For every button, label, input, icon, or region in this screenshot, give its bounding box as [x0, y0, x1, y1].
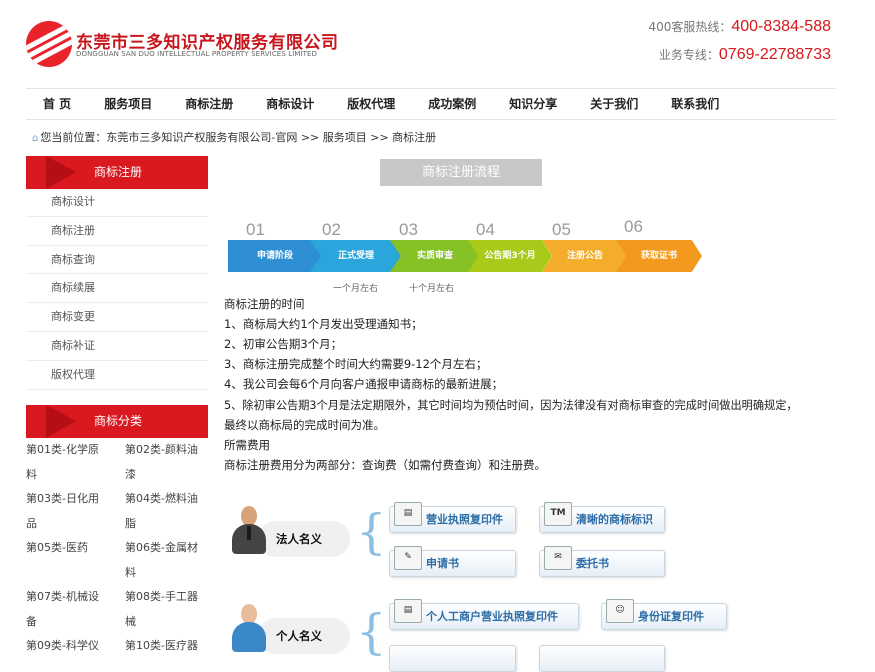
category-link[interactable]: 第02类-颜料油: [125, 438, 208, 463]
hotline: 400客服热线：400-8384-588: [648, 18, 831, 36]
businessman-icon: [232, 506, 266, 556]
nav-trademark-registration[interactable]: 商标注册: [185, 89, 233, 119]
doc-partial: [539, 645, 665, 672]
breadcrumb: ⌂ 您当前位置：东莞市三多知识产权服务有限公司-官网 >> 服务项目 >> 商标注…: [32, 129, 436, 145]
nav-services[interactable]: 服务项目: [104, 89, 152, 119]
category-link[interactable]: 料: [26, 463, 125, 488]
step-number: 02: [322, 220, 341, 239]
sidebar-item-trademark-reissue[interactable]: 商标补证: [26, 332, 208, 361]
flow-title: 商标注册流程: [380, 159, 542, 186]
main-nav: 首 页 服务项目 商标注册 商标设计 版权代理 成功案例 知识分享 关于我们 联…: [26, 89, 836, 119]
doc-business-license: ▤ 营业执照复印件: [389, 502, 516, 533]
sidebar-item-trademark-registration[interactable]: 商标注册: [26, 217, 208, 246]
doc-id-card: ☺ 身份证复印件: [601, 599, 727, 630]
brace-icon: {: [356, 604, 387, 660]
id-card-icon: ☺: [606, 599, 634, 623]
nav-copyright-agency[interactable]: 版权代理: [347, 89, 395, 119]
sidebar-item-copyright-agency[interactable]: 版权代理: [26, 361, 208, 390]
nav-about[interactable]: 关于我们: [590, 89, 638, 119]
category-link[interactable]: [26, 561, 125, 586]
step-publication: 公告期3个月: [468, 240, 552, 272]
step-note: 十个月左右: [409, 284, 455, 294]
sidebar-item-trademark-change[interactable]: 商标变更: [26, 303, 208, 332]
sidebar-menu-title: 商标注册: [94, 165, 143, 179]
step-certificate: 获取证书: [616, 240, 702, 272]
text-line: 商标注册费用分为两部分：查询费（如需付费查询）和注册费。: [224, 458, 546, 472]
category-link[interactable]: 第07类-机械设: [26, 585, 125, 610]
step-note: 一个月左右: [333, 284, 379, 294]
company-logo-icon[interactable]: [26, 21, 72, 67]
nav-knowledge[interactable]: 知识分享: [509, 89, 557, 119]
nav-success-cases[interactable]: 成功案例: [428, 89, 476, 119]
breadcrumb-path[interactable]: 东莞市三多知识产权服务有限公司-官网 >> 服务项目 >> 商标注册: [106, 131, 436, 144]
service-line-number: 0769-22788733: [718, 46, 831, 63]
step-application: 申请阶段: [228, 240, 322, 272]
sidebar-item-trademark-search[interactable]: 商标查询: [26, 246, 208, 275]
category-link[interactable]: 第03类-日化用: [26, 487, 125, 512]
sidebar-category-header: 商标分类: [26, 405, 208, 438]
certificate-icon: ▤: [394, 599, 422, 623]
step-number: 06: [624, 217, 643, 236]
nav-contact[interactable]: 联系我们: [671, 89, 719, 119]
step-number: 05: [552, 220, 571, 239]
sidebar-item-trademark-design[interactable]: 商标设计: [26, 188, 208, 217]
nav-trademark-design[interactable]: 商标设计: [266, 89, 314, 119]
category-link[interactable]: 第05类-医药: [26, 536, 125, 561]
step-number: 01: [246, 220, 265, 239]
text-heading-time: 商标注册的时间: [224, 297, 305, 311]
category-link[interactable]: 脂: [125, 512, 208, 537]
doc-partial: [389, 645, 516, 672]
text-line: 最终以商标局的完成时间为准。: [224, 418, 385, 432]
person-icon: [232, 604, 266, 654]
sidebar-menu-header: 商标注册: [26, 156, 208, 189]
flag-icon: [46, 156, 76, 189]
tm-icon: TM: [544, 502, 572, 526]
hotline-number: 400-8384-588: [731, 18, 831, 35]
category-link[interactable]: 第04类-燃料油: [125, 487, 208, 512]
step-examination: 实质审查: [390, 240, 480, 272]
doc-trademark-logo: TM 清晰的商标标识: [539, 502, 665, 533]
service-line: 业务专线：0769-22788733: [659, 46, 831, 64]
service-line-label: 业务专线：: [658, 48, 719, 62]
category-link[interactable]: 第01类-化学原: [26, 438, 125, 463]
step-registration-notice: 注册公告: [542, 240, 628, 272]
home-icon: ⌂: [32, 133, 39, 144]
category-link[interactable]: 品: [26, 512, 125, 537]
brace-icon: {: [356, 504, 387, 560]
flag-icon: [46, 405, 76, 438]
text-line: 1、商标局大约1个月发出受理通知书；: [224, 317, 423, 331]
pencil-paper-icon: ✎: [394, 546, 422, 570]
envelope-icon: ✉: [544, 546, 572, 570]
text-line: 5、除初审公告期3个月是法定期限外，其它时间均为预估时间，因为法律没有对商标审查…: [224, 399, 798, 412]
text-line: 2、初审公告期3个月；: [224, 337, 343, 351]
sidebar-menu: 商标设计 商标注册 商标查询 商标续展 商标变更 商标补证 版权代理: [26, 188, 208, 390]
doc-individual-business-license: ▤ 个人工商户营业执照复印件: [389, 599, 579, 630]
text-line: 4、我公司会每6个月向客户通报申请商标的最新进展；: [224, 377, 504, 391]
hotline-label: 400客服热线：: [648, 20, 732, 34]
step-number: 03: [399, 220, 418, 239]
nav-divider-bottom: [26, 119, 836, 120]
individual-label: 个人名义: [258, 618, 350, 654]
sidebar-item-trademark-renewal[interactable]: 商标续展: [26, 274, 208, 304]
sidebar-category-title: 商标分类: [94, 414, 143, 428]
category-link[interactable]: 第06类-金属材: [125, 536, 208, 561]
step-acceptance: 正式受理: [310, 240, 402, 272]
category-link[interactable]: 械: [125, 610, 208, 635]
category-grid: 第01类-化学原 第02类-颜料油 料 漆 第03类-日化用 第04类-燃料油 …: [26, 438, 208, 659]
company-name-en: DONGGUAN SAN DUO INTELLECTUAL PROPERTY S…: [76, 50, 318, 58]
category-link[interactable]: 漆: [125, 463, 208, 488]
doc-power-of-attorney: ✉ 委托书: [539, 546, 665, 577]
category-link[interactable]: 备: [26, 610, 125, 635]
doc-application: ✎ 申请书: [389, 546, 516, 577]
category-link[interactable]: 料: [125, 561, 208, 586]
text-heading-fees: 所需费用: [224, 438, 270, 452]
legal-person-label: 法人名义: [258, 521, 350, 557]
step-number: 04: [476, 220, 495, 239]
nav-home[interactable]: 首 页: [43, 89, 71, 119]
certificate-icon: ▤: [394, 502, 422, 526]
text-line: 3、商标注册完成整个时间大约需要9-12个月左右；: [224, 357, 488, 371]
category-link[interactable]: 第08类-手工器: [125, 585, 208, 610]
breadcrumb-prefix: 您当前位置：: [40, 131, 107, 144]
